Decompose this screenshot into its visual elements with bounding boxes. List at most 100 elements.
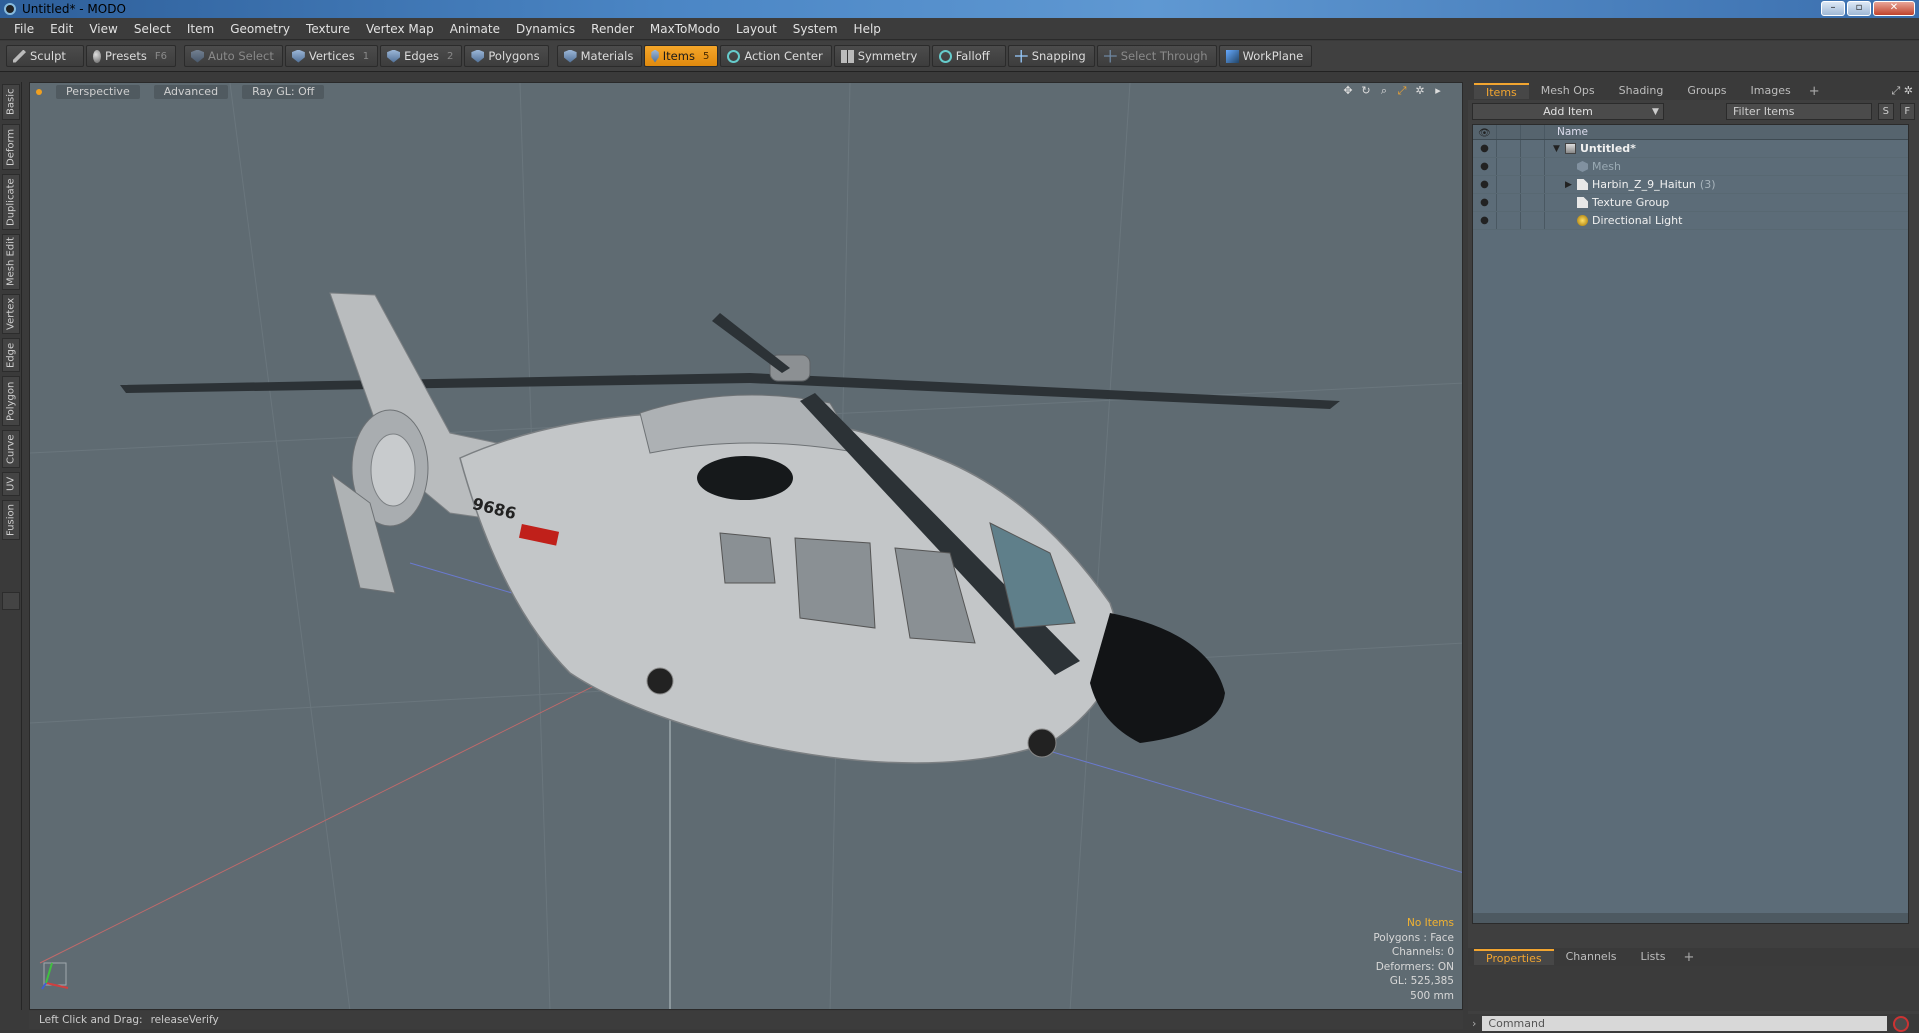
command-input[interactable]: Command [1482,1016,1888,1031]
materials-button[interactable]: Materials [556,45,643,67]
gear-icon[interactable]: ✲ [1414,85,1426,97]
name-column-header[interactable]: Name [1545,126,1588,138]
tab-images[interactable]: Images [1739,83,1803,99]
helicopter-model[interactable]: 9686 [120,292,1340,764]
tab-channels[interactable]: Channels [1554,949,1629,965]
symmetry-button[interactable]: Symmetry [833,45,930,67]
falloff-button[interactable]: Falloff [931,45,1006,67]
cabin-window [719,532,776,584]
add-item-dropdown[interactable]: Add Item ▼ [1472,103,1664,120]
tab-curve[interactable]: Curve [2,430,20,468]
select-through-button[interactable]: Select Through [1096,45,1217,67]
items-button[interactable]: Items 5 [644,45,719,67]
tree-row-scene[interactable]: ● ▼ Untitled* [1473,140,1908,158]
menu-maxtomodo[interactable]: MaxToModo [642,22,728,36]
mesh-icon [1577,161,1588,172]
menu-layout[interactable]: Layout [728,22,785,36]
stats-channels: Channels: 0 [1391,946,1454,958]
add-properties-tab-button[interactable]: + [1677,950,1700,965]
menu-render[interactable]: Render [583,22,642,36]
eye-icon[interactable]: ● [1473,158,1497,175]
vertices-button[interactable]: Vertices 1 [284,45,379,67]
item-tree[interactable]: 👁 Name ● ▼ Untitled* ● Mesh ● ▶ Harbin_Z… [1472,124,1909,924]
action-center-button[interactable]: Action Center [720,45,832,67]
tree-row-texture-group[interactable]: ● Texture Group [1473,194,1908,212]
auto-select-button[interactable]: Auto Select [184,45,283,67]
tab-groups[interactable]: Groups [1675,83,1738,99]
tree-row-mesh[interactable]: ● Mesh [1473,158,1908,176]
tab-vertex[interactable]: Vertex [2,294,20,334]
items-icon [651,49,659,63]
menu-animate[interactable]: Animate [442,22,508,36]
rear-wheel [646,667,674,695]
tree-horizontal-scrollbar[interactable] [1473,913,1908,923]
chevron-right-icon[interactable]: ▸ [1432,85,1444,97]
items-panel-tabs: Items Mesh Ops Shading Groups Images + ⤢… [1468,82,1919,100]
menu-view[interactable]: View [81,22,125,36]
tab-duplicate[interactable]: Duplicate [2,174,20,230]
presets-button[interactable]: Presets F6 [86,45,176,67]
menu-help[interactable]: Help [846,22,889,36]
3d-viewport[interactable]: 9686 Perspective Advanced Ray GL: Off ✥ … [29,82,1463,1010]
maximize-viewport-icon[interactable]: ⤢ [1396,85,1408,97]
viewport-menu-dot[interactable] [36,89,42,95]
tab-shading[interactable]: Shading [1607,83,1676,99]
search-filter-s-button[interactable]: S [1878,103,1894,120]
viewport-stats: No Items Polygons : Face Channels: 0 Def… [1373,916,1454,1003]
eye-icon[interactable]: ● [1473,194,1497,211]
snapping-button[interactable]: Snapping [1007,45,1095,67]
tab-fusion[interactable]: Fusion [2,500,20,540]
sculpt-button[interactable]: Sculpt [6,45,84,67]
tab-edge[interactable]: Edge [2,338,20,372]
polygons-button[interactable]: Polygons [464,45,549,67]
maximize-button[interactable]: ▫ [1847,1,1871,16]
eye-icon[interactable]: ● [1473,212,1497,229]
menu-vertex-map[interactable]: Vertex Map [358,22,442,36]
tab-items[interactable]: Items [1474,83,1529,99]
menu-edit[interactable]: Edit [42,22,81,36]
eye-icon[interactable]: ● [1473,140,1497,157]
shading-advanced-dropdown[interactable]: Advanced [153,85,229,99]
add-tab-button[interactable]: + [1803,84,1826,99]
expand-triangle-icon[interactable]: ▶ [1565,180,1577,190]
menu-file[interactable]: File [6,22,42,36]
edges-button[interactable]: Edges 2 [380,45,463,67]
workplane-button[interactable]: WorkPlane [1218,45,1313,67]
eye-icon[interactable]: ● [1473,176,1497,193]
filter-items-input[interactable]: Filter Items [1725,103,1873,120]
minimize-button[interactable]: – [1821,1,1845,16]
pan-icon[interactable]: ✥ [1342,85,1354,97]
front-wheel [1027,728,1057,758]
view-perspective-dropdown[interactable]: Perspective [56,85,140,99]
panel-gear-icon[interactable]: ✲ [1904,84,1913,97]
falloff-icon [938,49,952,63]
stop-command-icon[interactable] [1893,1015,1910,1032]
tree-row-directional-light[interactable]: ● Directional Light [1473,212,1908,230]
tab-collapse-handle[interactable] [2,592,20,610]
menu-texture[interactable]: Texture [298,22,358,36]
tree-row-harbin[interactable]: ● ▶ Harbin_Z_9_Haitun (3) [1473,176,1908,194]
panel-tools: ⤢ ✲ [1891,84,1913,98]
visibility-column-icon: 👁 [1473,125,1497,139]
chevron-down-icon: ▼ [1652,106,1659,117]
tab-polygon[interactable]: Polygon [2,376,20,426]
close-button[interactable]: ✕ [1873,1,1915,16]
tab-basic[interactable]: Basic [2,84,20,120]
expand-panel-icon[interactable]: ⤢ [1891,84,1900,97]
menu-dynamics[interactable]: Dynamics [508,22,583,36]
menu-system[interactable]: System [785,22,846,36]
tab-lists[interactable]: Lists [1629,949,1678,965]
tab-properties[interactable]: Properties [1474,949,1554,965]
tab-uv[interactable]: UV [2,472,20,496]
menu-geometry[interactable]: Geometry [222,22,298,36]
menu-select[interactable]: Select [126,22,179,36]
collapse-triangle-icon[interactable]: ▼ [1553,144,1565,154]
menu-item[interactable]: Item [179,22,222,36]
rotate-icon[interactable]: ↻ [1360,85,1372,97]
tab-deform[interactable]: Deform [2,124,20,170]
tab-mesh-edit[interactable]: Mesh Edit [2,234,20,290]
search-filter-f-button[interactable]: F [1899,103,1915,120]
zoom-icon[interactable]: ⌕ [1378,85,1390,97]
tab-mesh-ops[interactable]: Mesh Ops [1529,83,1607,99]
raygl-toggle[interactable]: Ray GL: Off [242,85,325,99]
